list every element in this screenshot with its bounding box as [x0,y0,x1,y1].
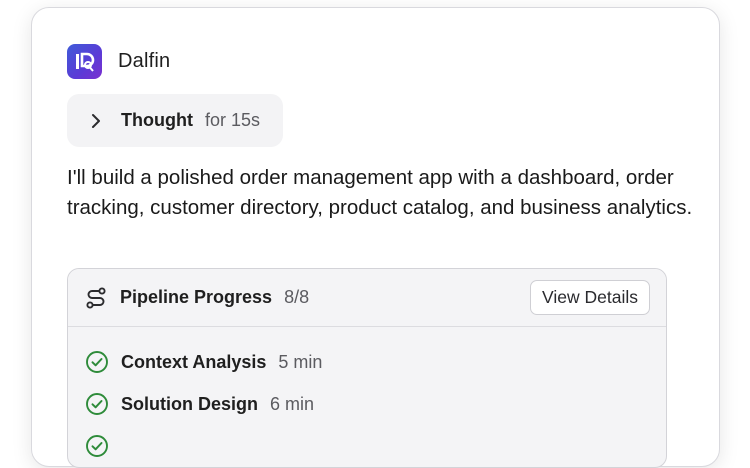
assistant-message-text: I'll build a polished order management a… [67,166,693,219]
pipeline-step: Solution Design 6 min [68,383,666,425]
workflow-icon [86,286,106,309]
chat-message-card: Dalfin Thought for 15s I'll build a poli… [31,7,720,468]
assistant-name: Dalfin [118,50,171,72]
check-circle-icon [86,435,108,457]
thought-duration: for 15s [204,110,260,130]
pipeline-count: 8/8 [284,287,310,307]
step-time: 6 min [270,393,315,414]
assistant-header: Dalfin [67,44,170,79]
pipeline-panel: Pipeline Progress 8/8 View Details Conte… [67,268,667,468]
pipeline-step: Context Analysis 5 min [68,341,666,383]
step-time: 5 min [278,351,323,372]
check-circle-icon [86,393,108,415]
pipeline-title: Pipeline Progress [120,287,273,307]
pipeline-steps: Context Analysis 5 min Solution Design 6… [68,327,666,467]
pipeline-step [68,425,666,467]
view-details-button[interactable]: View Details [530,280,650,315]
thought-label: Thought [121,110,193,130]
chevron-right-icon [92,113,100,128]
step-name: Solution Design [121,393,258,414]
step-name: Context Analysis [121,351,267,372]
dalfin-logo-icon [67,44,102,79]
check-circle-icon [86,351,108,373]
pipeline-header: Pipeline Progress 8/8 View Details [68,269,666,327]
thought-toggle[interactable]: Thought for 15s [67,94,283,147]
